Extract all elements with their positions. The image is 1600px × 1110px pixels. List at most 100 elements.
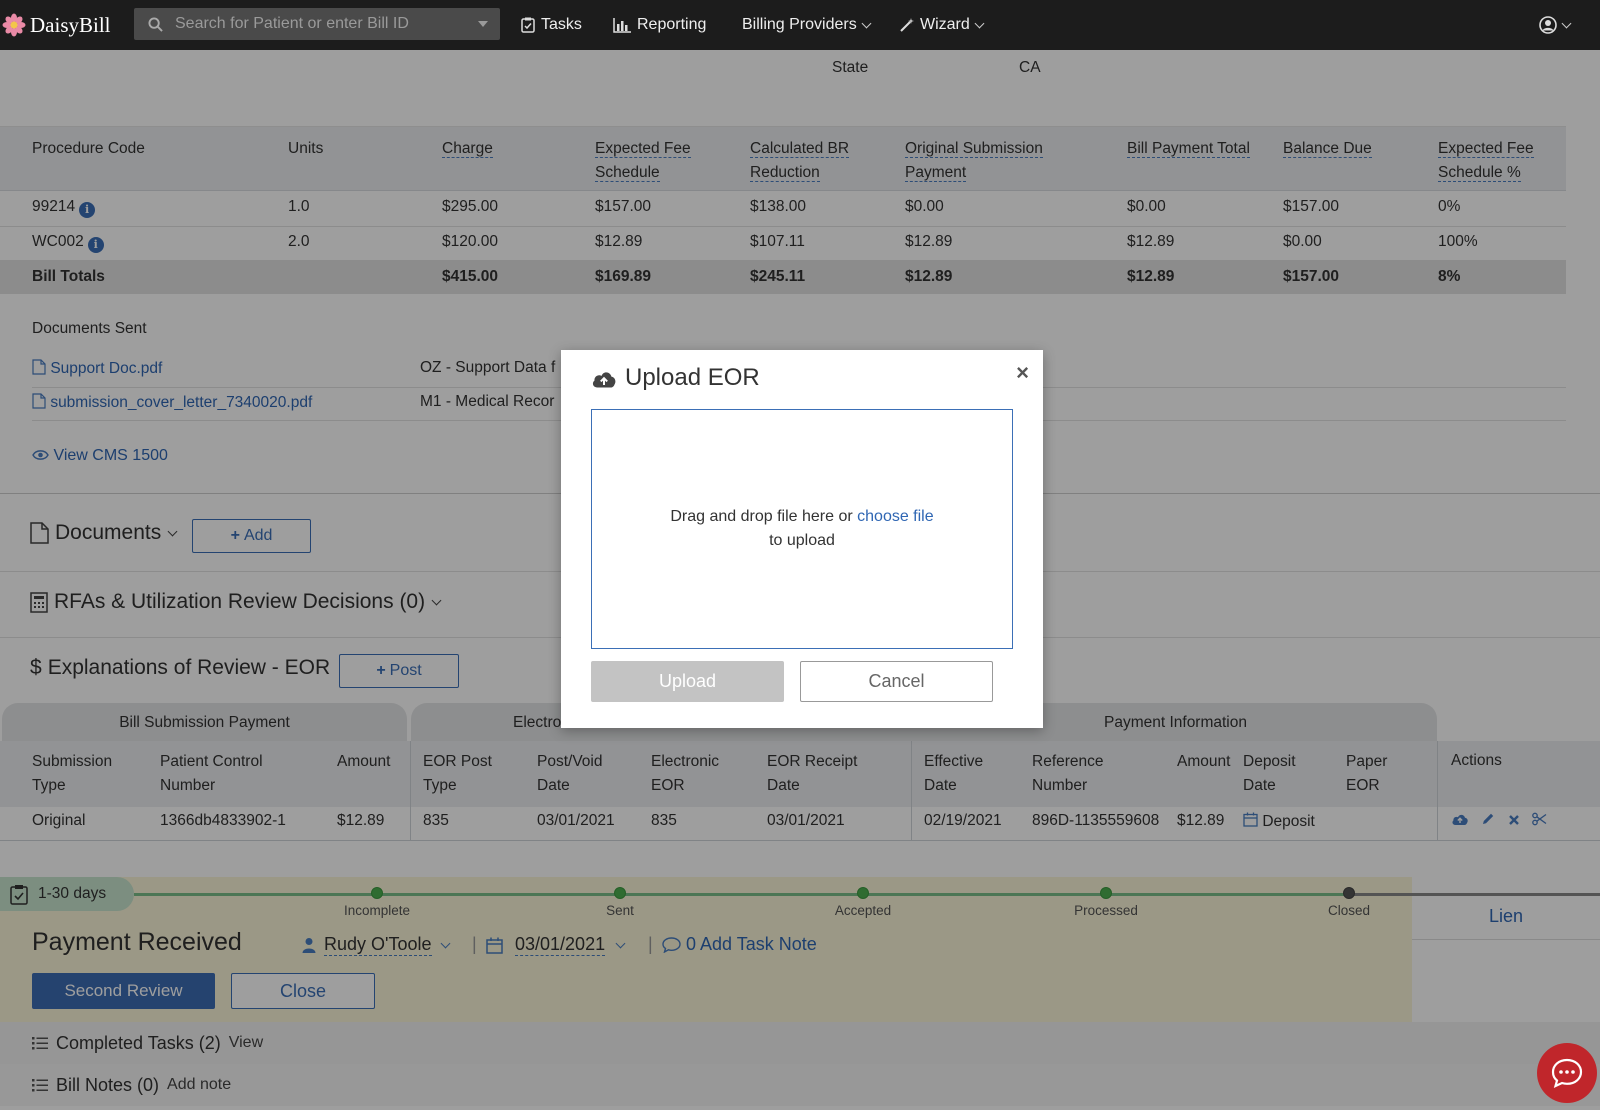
assignee-dropdown[interactable]: Rudy O'Toole (302, 934, 450, 956)
th-br-line1: Calculated BR (750, 140, 850, 158)
patient-search-input[interactable]: Search for Patient or enter Bill ID (134, 8, 500, 40)
totals-charge: $415.00 (442, 268, 499, 285)
deposit-link[interactable]: Deposit (1243, 812, 1315, 831)
delete-x-icon[interactable] (1508, 814, 1520, 826)
document-type: OZ - Support Data f (420, 359, 556, 376)
add-task-note-link[interactable]: 0 Add Task Note (662, 934, 817, 955)
th-osp-line2: Payment (905, 164, 967, 182)
add-note-link[interactable]: Add note (167, 1076, 231, 1094)
nav-tasks-label: Tasks (541, 16, 582, 33)
view-cms-1500-link[interactable]: View CMS 1500 (32, 447, 168, 465)
due-date-value: 03/01/2021 (515, 934, 606, 956)
document-link[interactable]: Support Doc.pdf (32, 359, 162, 378)
state-label: State (832, 59, 869, 76)
divider (0, 840, 1600, 841)
eh-line1: Deposit (1243, 753, 1296, 770)
procedure-code-cell[interactable]: 99214 i (32, 198, 96, 218)
nav-tasks[interactable]: Tasks (521, 0, 582, 50)
dropzone-line1: Drag and drop file here or choose file (670, 505, 933, 529)
eor-receipt-date: 03/01/2021 (767, 812, 845, 829)
documents-section-toggle[interactable]: Documents (30, 521, 178, 545)
th-charge[interactable]: Charge (442, 137, 493, 161)
charge-cell: $295.00 (442, 198, 499, 215)
bill-notes-row[interactable]: Bill Notes (0) Add note (0, 1064, 1600, 1106)
efsp-cell: 100% (1438, 233, 1478, 250)
modal-title-wrap: Upload EOR (591, 364, 760, 392)
step-label-incomplete: Incomplete (343, 903, 411, 918)
info-icon[interactable]: i (87, 237, 104, 253)
chevron-down-icon (861, 18, 872, 28)
step-label-accepted: Accepted (834, 903, 892, 918)
eh-submission-type: Submission Type (32, 750, 112, 798)
th-expected-fee-schedule-pct[interactable]: Expected Fee Schedule % (1438, 137, 1534, 185)
upload-button[interactable]: Upload (591, 661, 784, 702)
close-icon[interactable]: × (1016, 360, 1029, 386)
eh-line1: EOR Receipt (767, 753, 858, 770)
chevron-down-icon (440, 938, 450, 948)
post-eor-button[interactable]: + Post (339, 654, 459, 688)
eh-line1: EOR Post (423, 753, 492, 770)
eor-reference-number: 896D-1135559608 (1032, 812, 1160, 829)
eh-eor-post-type: EOR Post Type (423, 750, 492, 798)
aging-label: 1-30 days (38, 885, 107, 902)
th-calculated-br-reduction[interactable]: Calculated BR Reduction (750, 137, 850, 185)
electronic-eor-link[interactable]: 835 (651, 812, 677, 830)
completed-tasks-row[interactable]: Completed Tasks (2) View (0, 1022, 1600, 1064)
eor-amount: $12.89 (337, 812, 385, 829)
assignee-name: Rudy O'Toole (324, 934, 432, 956)
user-icon (302, 938, 316, 953)
chat-icon (1551, 1058, 1583, 1088)
chat-launcher[interactable] (1537, 1043, 1597, 1103)
completed-tasks-label: Completed Tasks (2) (56, 1032, 221, 1053)
th-efsp-line1: Expected Fee (1438, 140, 1534, 158)
th-balance-due[interactable]: Balance Due (1283, 137, 1372, 161)
lien-tab[interactable]: Lien (1412, 896, 1600, 940)
rfas-section-toggle[interactable]: RFAs & Utilization Review Decisions (0) (30, 590, 442, 614)
nav-reporting[interactable]: Reporting (613, 0, 706, 50)
view-completed-tasks-link[interactable]: View (229, 1034, 263, 1052)
daisy-flower-icon (2, 13, 26, 37)
search-icon (148, 16, 163, 32)
th-bill-payment-total[interactable]: Bill Payment Total (1127, 137, 1250, 161)
eh-deposit-date: Deposit Date (1243, 750, 1296, 798)
br-cell: $138.00 (750, 198, 807, 215)
scissors-icon[interactable] (1532, 812, 1547, 826)
eor-pcn: 1366db4833902-1 (160, 812, 286, 829)
th-units: Units (288, 140, 324, 157)
procedure-code-cell[interactable]: WC002 i (32, 233, 104, 253)
th-original-submission-payment[interactable]: Original Submission Payment (905, 137, 1043, 185)
second-review-button[interactable]: Second Review (32, 973, 215, 1009)
pencil-icon[interactable] (1481, 812, 1495, 826)
nav-wizard[interactable]: Wizard (900, 0, 985, 50)
search-caret-icon[interactable] (478, 21, 488, 27)
daisybill-logo[interactable]: DaisyBill (0, 0, 111, 50)
th-efs-line2: Schedule (595, 164, 660, 182)
chevron-down-icon (615, 938, 626, 948)
eh-line2: Date (924, 777, 957, 794)
info-icon[interactable]: i (79, 202, 96, 218)
nav-billing-providers[interactable]: Billing Providers (742, 0, 872, 50)
document-link[interactable]: submission_cover_letter_7340020.pdf (32, 393, 312, 412)
user-menu[interactable] (1539, 0, 1572, 50)
choose-file-link[interactable]: choose file (857, 508, 934, 525)
file-dropzone[interactable]: Drag and drop file here or choose file t… (591, 409, 1013, 649)
dropzone-line2: to upload (769, 532, 835, 549)
plus-icon: + (230, 527, 240, 544)
due-date-picker[interactable]: 03/01/2021 (486, 934, 626, 956)
th-efsp-line2: Schedule % (1438, 164, 1521, 182)
cloud-upload-icon (592, 371, 616, 387)
eh-payment-amount: Amount (1177, 753, 1231, 770)
th-procedure-code: Procedure Code (32, 140, 145, 157)
close-bill-button[interactable]: Close (231, 973, 375, 1009)
cancel-button[interactable]: Cancel (800, 661, 993, 702)
eh-line2: Type (423, 777, 457, 794)
add-document-button[interactable]: + Add (192, 519, 311, 553)
cloud-upload-icon[interactable] (1451, 812, 1469, 826)
totals-osp: $12.89 (905, 268, 953, 285)
th-expected-fee-schedule[interactable]: Expected Fee Schedule (595, 137, 691, 185)
pdf-file-icon (32, 393, 46, 409)
eh-post-void-date: Post/Void Date (537, 750, 603, 798)
list-icon (32, 1078, 48, 1091)
eh-line1: Paper (1346, 753, 1388, 770)
step-accepted-dot (857, 887, 869, 899)
